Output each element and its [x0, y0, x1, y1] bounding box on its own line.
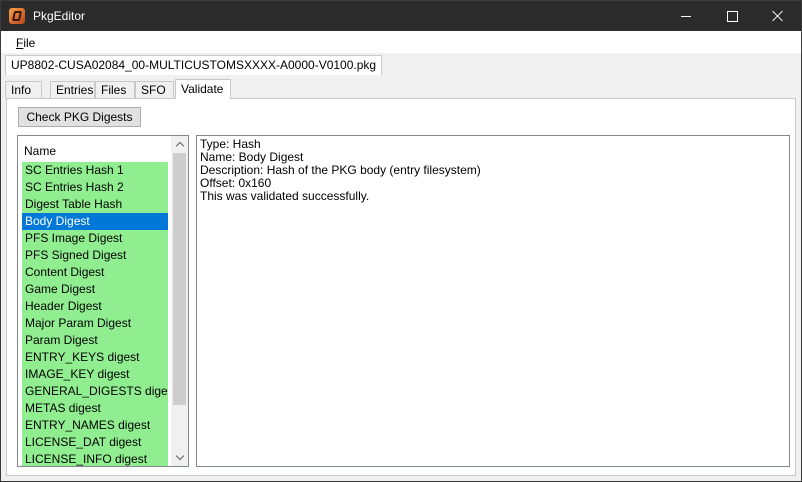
- list-item[interactable]: Header Digest: [22, 298, 168, 315]
- close-icon: [772, 10, 784, 22]
- list-item[interactable]: LICENSE_INFO digest: [22, 451, 168, 466]
- tab-entries[interactable]: Entries: [50, 81, 95, 98]
- list-item[interactable]: METAS digest: [22, 400, 168, 417]
- tab-validate[interactable]: Validate: [175, 79, 231, 99]
- maximize-icon: [726, 10, 738, 22]
- tab-sfo[interactable]: SFO: [135, 81, 174, 98]
- validate-panel: Check PKG Digests Name SC Entries Hash 1…: [6, 98, 796, 476]
- list-item[interactable]: SC Entries Hash 2: [22, 179, 168, 196]
- menu-file[interactable]: File: [16, 36, 35, 50]
- list-item[interactable]: PFS Signed Digest: [22, 247, 168, 264]
- scroll-down-icon: [175, 451, 184, 461]
- list-column-header[interactable]: Name: [24, 144, 56, 158]
- scroll-up-button[interactable]: [171, 136, 188, 153]
- list-item[interactable]: GENERAL_DIGESTS digest: [22, 383, 168, 400]
- menu-bar: File: [1, 31, 801, 53]
- check-pkg-digests-button[interactable]: Check PKG Digests: [18, 107, 141, 127]
- digest-list[interactable]: Name SC Entries Hash 1 SC Entries Hash 2D…: [17, 135, 189, 467]
- list-item[interactable]: Param Digest: [22, 332, 168, 349]
- list-scrollbar[interactable]: [171, 136, 188, 466]
- list-items: SC Entries Hash 1 SC Entries Hash 2 Digest…: [22, 162, 168, 466]
- list-item[interactable]: Body Digest: [22, 213, 168, 230]
- list-item[interactable]: PFS Image Digest: [22, 230, 168, 247]
- tab-files[interactable]: Files: [95, 81, 135, 98]
- menu-file-label: ile: [23, 36, 36, 50]
- list-item[interactable]: Major Param Digest: [22, 315, 168, 332]
- scroll-thumb[interactable]: [173, 153, 186, 405]
- detail-line: This was validated successfully.: [200, 189, 370, 203]
- window-title: PkgEditor: [33, 9, 86, 23]
- document-tab[interactable]: UP8802-CUSA02084_00-MULTICUSTOMSXXXX-A00…: [5, 55, 383, 75]
- list-item[interactable]: Game Digest: [22, 281, 168, 298]
- list-item[interactable]: ENTRY_KEYS digest: [22, 349, 168, 366]
- scroll-up-icon: [175, 141, 184, 151]
- scroll-down-button[interactable]: [171, 449, 188, 466]
- details-textbox[interactable]: Type: Hash Name: Body Digest Description: …: [196, 135, 790, 467]
- details-text: Type: Hash Name: Body Digest Description: …: [200, 138, 481, 203]
- list-item[interactable]: ENTRY_NAMES digest: [22, 417, 168, 434]
- close-button[interactable]: [755, 1, 801, 31]
- title-bar[interactable]: PkgEditor: [1, 1, 801, 31]
- app-icon: [9, 8, 25, 24]
- tab-info[interactable]: Info: [5, 81, 42, 98]
- list-item[interactable]: SC Entries Hash 1: [22, 162, 168, 179]
- maximize-button[interactable]: [709, 1, 755, 31]
- list-item[interactable]: Content Digest: [22, 264, 168, 281]
- list-item[interactable]: Digest Table Hash: [22, 196, 168, 213]
- minimize-button[interactable]: [663, 1, 709, 31]
- list-item[interactable]: IMAGE_KEY digest: [22, 366, 168, 383]
- list-item[interactable]: LICENSE_DAT digest: [22, 434, 168, 451]
- minimize-icon: [681, 15, 691, 17]
- app-window: PkgEditor File UP8802-CUSA02084_00-MULTI…: [0, 0, 802, 482]
